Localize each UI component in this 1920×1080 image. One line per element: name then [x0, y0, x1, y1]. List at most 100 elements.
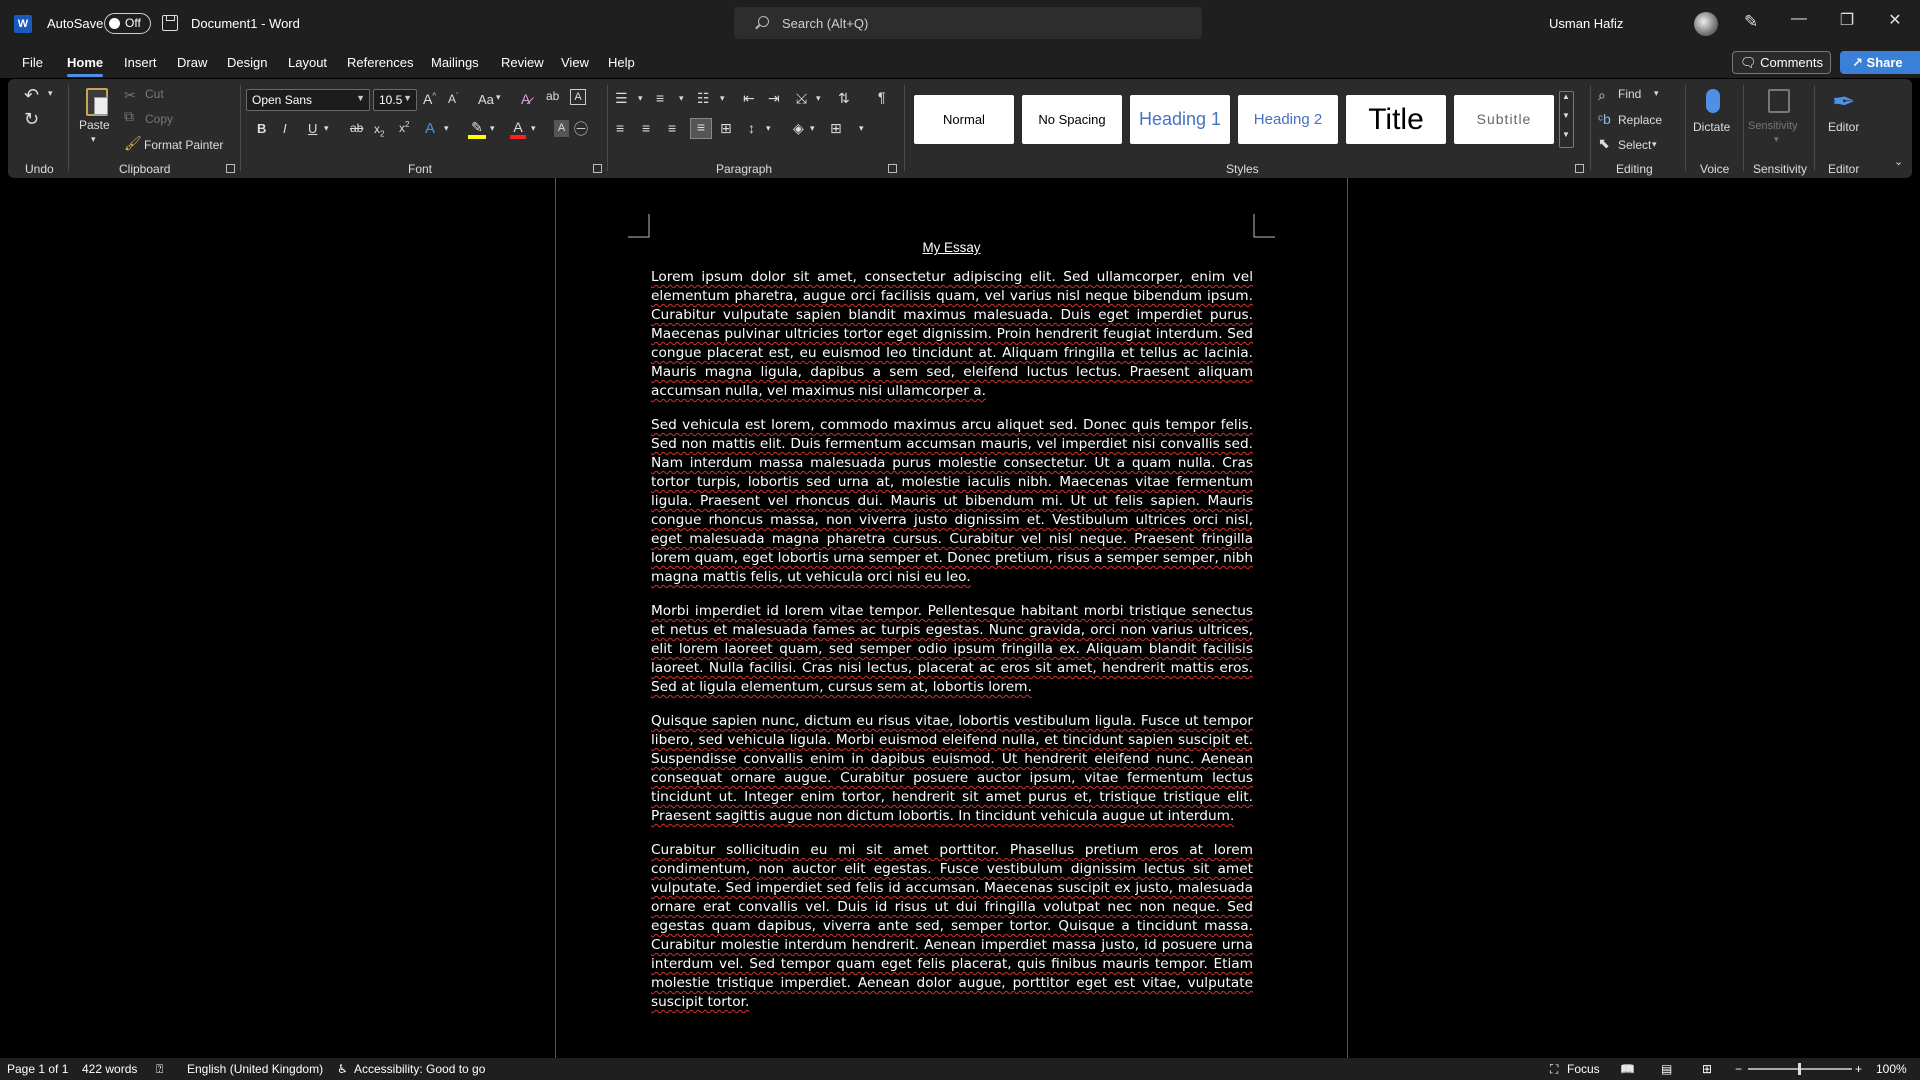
avatar[interactable]: [1694, 12, 1718, 36]
paste-button[interactable]: Paste ▾: [76, 85, 116, 165]
comments-button[interactable]: 🗨 Comments: [1732, 51, 1831, 74]
paragraph[interactable]: Lorem ipsum dolor sit amet, consectetur …: [651, 268, 1253, 401]
chevron-up-icon[interactable]: ▲: [1562, 92, 1570, 101]
font-size-dropdown[interactable]: 10.5 ▼: [373, 89, 417, 111]
redo-icon[interactable]: ↻: [24, 109, 39, 130]
tab-help[interactable]: Help: [608, 55, 635, 70]
chevron-down-icon[interactable]: ▾: [496, 92, 501, 103]
italic-icon[interactable]: I: [283, 121, 287, 136]
styles-launcher-icon[interactable]: [1575, 164, 1584, 173]
increase-indent-icon[interactable]: ⇥: [768, 90, 780, 107]
style-no-spacing[interactable]: No Spacing: [1022, 95, 1122, 144]
web-layout-icon[interactable]: ⊞: [1702, 1062, 1712, 1076]
numbering-icon[interactable]: ≡: [656, 90, 664, 106]
find-icon[interactable]: ⌕: [1598, 87, 1606, 104]
save-icon[interactable]: [162, 15, 178, 31]
character-border-icon[interactable]: A: [570, 89, 586, 105]
editor-button[interactable]: ✒ Editor: [1820, 83, 1868, 155]
page[interactable]: My Essay Lorem ipsum dolor sit amet, con…: [555, 178, 1348, 1058]
zoom-level[interactable]: 100%: [1876, 1062, 1907, 1076]
underline-icon[interactable]: U: [308, 121, 317, 136]
language[interactable]: English (United Kingdom): [187, 1062, 323, 1076]
bullets-icon[interactable]: ☰: [615, 90, 628, 107]
tab-insert[interactable]: Insert: [124, 55, 157, 70]
align-center-icon[interactable]: ≡: [642, 120, 650, 136]
strikethrough-icon[interactable]: ab: [350, 121, 363, 135]
superscript-icon[interactable]: x2: [399, 120, 409, 135]
asian-layout-icon[interactable]: ⤩: [796, 90, 807, 107]
font-launcher-icon[interactable]: [593, 164, 602, 173]
chevron-down-icon[interactable]: ▾: [638, 93, 643, 104]
chevron-down-icon[interactable]: ▾: [1654, 88, 1659, 99]
replace-button[interactable]: Replace: [1618, 113, 1662, 127]
word-count[interactable]: 422 words: [82, 1062, 137, 1076]
close-icon[interactable]: ✕: [1872, 10, 1918, 30]
align-right-icon[interactable]: ≡: [668, 120, 676, 136]
collapse-ribbon-icon[interactable]: ⌄: [1894, 155, 1903, 168]
chevron-down-icon[interactable]: ▾: [720, 93, 725, 104]
focus-button[interactable]: Focus: [1567, 1062, 1600, 1076]
document-body[interactable]: Lorem ipsum dolor sit amet, consectetur …: [651, 268, 1253, 1027]
chevron-down-icon[interactable]: ▼: [1562, 111, 1570, 120]
subscript-icon[interactable]: x2: [374, 122, 384, 138]
search-box[interactable]: Search (Alt+Q): [734, 7, 1202, 39]
chevron-down-icon[interactable]: ▾: [766, 123, 771, 134]
replace-icon[interactable]: ᶜb: [1598, 111, 1611, 127]
format-painter-icon[interactable]: 🖌: [124, 135, 142, 152]
zoom-slider-thumb[interactable]: [1798, 1063, 1801, 1075]
styles-scroll[interactable]: ▲ ▼ ▼: [1559, 91, 1574, 148]
style-title[interactable]: Title: [1346, 95, 1446, 144]
chevron-down-icon[interactable]: ▾: [810, 123, 815, 134]
tab-mailings[interactable]: Mailings: [431, 55, 479, 70]
chevron-down-icon[interactable]: ▾: [324, 123, 329, 134]
proofing-icon[interactable]: ⍰: [156, 1062, 163, 1077]
document-canvas[interactable]: My Essay Lorem ipsum dolor sit amet, con…: [0, 178, 1920, 1058]
distributed-icon[interactable]: ⊞: [720, 120, 732, 137]
paragraph-launcher-icon[interactable]: [888, 164, 897, 173]
restore-icon[interactable]: ❐: [1824, 10, 1870, 30]
shrink-font-icon[interactable]: Aˇ: [448, 92, 458, 106]
paragraph[interactable]: Curabitur sollicitudin eu mi sit amet po…: [651, 841, 1253, 1012]
clipboard-launcher-icon[interactable]: [226, 164, 235, 173]
grow-font-icon[interactable]: A^: [423, 91, 436, 107]
page-count[interactable]: Page 1 of 1: [7, 1062, 68, 1076]
shading-icon[interactable]: ◈: [793, 120, 804, 137]
more-styles-icon[interactable]: ▼: [1562, 130, 1570, 139]
paragraph[interactable]: Morbi imperdiet id lorem vitae tempor. P…: [651, 602, 1253, 697]
autosave-toggle[interactable]: Off: [104, 13, 151, 34]
print-layout-icon[interactable]: ▤: [1661, 1062, 1672, 1076]
tab-view[interactable]: View: [561, 55, 589, 70]
tab-review[interactable]: Review: [501, 55, 544, 70]
multilevel-list-icon[interactable]: ☷: [697, 90, 710, 107]
chevron-down-icon[interactable]: ▾: [48, 88, 53, 99]
dictate-button[interactable]: Dictate: [1690, 83, 1738, 155]
share-button[interactable]: ↗ Share: [1840, 51, 1920, 74]
change-case-button[interactable]: Aa: [478, 92, 494, 107]
font-color-icon[interactable]: A: [510, 119, 526, 139]
minimize-icon[interactable]: —: [1776, 10, 1822, 28]
zoom-in-icon[interactable]: +: [1855, 1062, 1862, 1076]
chevron-down-icon[interactable]: ▾: [679, 93, 684, 104]
show-formatting-marks-icon[interactable]: ¶: [878, 89, 886, 105]
highlight-icon[interactable]: ✎: [468, 119, 486, 139]
paragraph[interactable]: Sed vehicula est lorem, commodo maximus …: [651, 416, 1253, 587]
format-painter-label[interactable]: Format Painter: [144, 138, 223, 152]
read-mode-icon[interactable]: 📖: [1620, 1062, 1635, 1076]
enclose-characters-icon[interactable]: ㊀: [574, 119, 588, 139]
pen-icon[interactable]: ✎: [1744, 12, 1758, 32]
chevron-down-icon[interactable]: ▾: [444, 123, 449, 134]
character-shading-icon[interactable]: A: [554, 120, 569, 137]
chevron-down-icon[interactable]: ▾: [490, 123, 495, 134]
borders-icon[interactable]: ⊞: [830, 120, 842, 137]
paragraph[interactable]: Quisque sapien nunc, dictum eu risus vit…: [651, 712, 1253, 826]
zoom-slider[interactable]: [1748, 1063, 1852, 1075]
tab-file[interactable]: File: [22, 55, 43, 70]
line-spacing-icon[interactable]: ↕: [748, 120, 755, 136]
tab-layout[interactable]: Layout: [288, 55, 327, 70]
select-cursor-icon[interactable]: ⬉: [1598, 135, 1610, 152]
decrease-indent-icon[interactable]: ⇤: [743, 90, 755, 107]
document-heading[interactable]: My Essay: [556, 240, 1347, 255]
tab-home[interactable]: Home: [67, 55, 103, 70]
style-heading-1[interactable]: Heading 1: [1130, 95, 1230, 144]
clear-formatting-icon[interactable]: A̷: [521, 91, 530, 107]
